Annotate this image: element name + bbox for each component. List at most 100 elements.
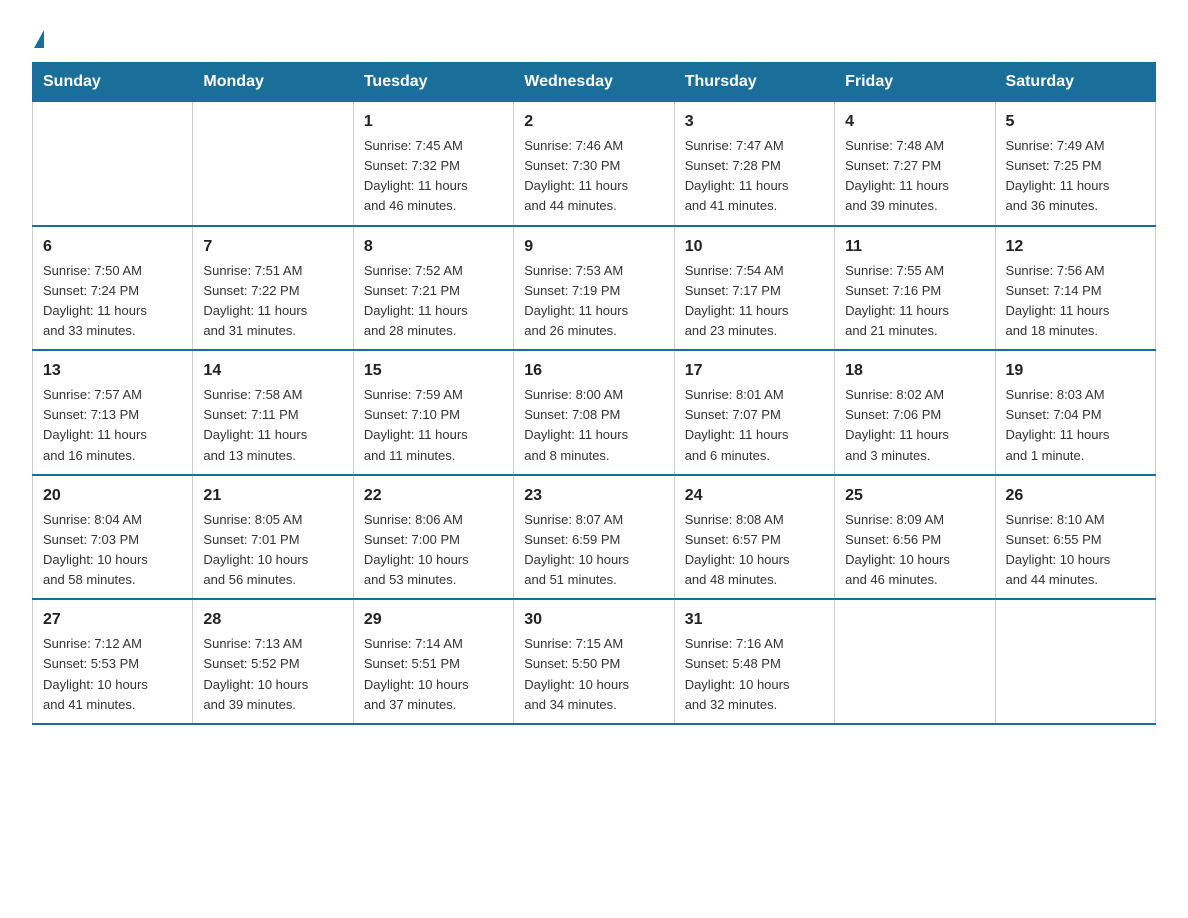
day-number: 15 bbox=[364, 359, 503, 383]
day-info: Sunrise: 8:06 AM Sunset: 7:00 PM Dayligh… bbox=[364, 510, 503, 591]
day-number: 19 bbox=[1006, 359, 1145, 383]
day-number: 7 bbox=[203, 235, 342, 259]
page-header bbox=[32, 24, 1156, 50]
calendar-week-row: 13Sunrise: 7:57 AM Sunset: 7:13 PM Dayli… bbox=[33, 350, 1156, 475]
calendar-cell bbox=[193, 102, 353, 226]
day-info: Sunrise: 7:52 AM Sunset: 7:21 PM Dayligh… bbox=[364, 261, 503, 342]
calendar-cell: 30Sunrise: 7:15 AM Sunset: 5:50 PM Dayli… bbox=[514, 599, 674, 724]
day-number: 20 bbox=[43, 484, 182, 508]
day-number: 21 bbox=[203, 484, 342, 508]
calendar-cell: 14Sunrise: 7:58 AM Sunset: 7:11 PM Dayli… bbox=[193, 350, 353, 475]
calendar-cell: 25Sunrise: 8:09 AM Sunset: 6:56 PM Dayli… bbox=[835, 475, 995, 600]
day-number: 9 bbox=[524, 235, 663, 259]
day-info: Sunrise: 8:10 AM Sunset: 6:55 PM Dayligh… bbox=[1006, 510, 1145, 591]
day-number: 4 bbox=[845, 110, 984, 134]
calendar-header-sunday: Sunday bbox=[33, 63, 193, 102]
day-info: Sunrise: 7:58 AM Sunset: 7:11 PM Dayligh… bbox=[203, 385, 342, 466]
calendar-header-saturday: Saturday bbox=[995, 63, 1155, 102]
day-info: Sunrise: 7:56 AM Sunset: 7:14 PM Dayligh… bbox=[1006, 261, 1145, 342]
day-number: 28 bbox=[203, 608, 342, 632]
day-info: Sunrise: 8:07 AM Sunset: 6:59 PM Dayligh… bbox=[524, 510, 663, 591]
day-number: 3 bbox=[685, 110, 824, 134]
calendar-cell: 18Sunrise: 8:02 AM Sunset: 7:06 PM Dayli… bbox=[835, 350, 995, 475]
day-number: 27 bbox=[43, 608, 182, 632]
calendar-cell: 12Sunrise: 7:56 AM Sunset: 7:14 PM Dayli… bbox=[995, 226, 1155, 351]
calendar-cell bbox=[33, 102, 193, 226]
day-number: 17 bbox=[685, 359, 824, 383]
day-info: Sunrise: 7:59 AM Sunset: 7:10 PM Dayligh… bbox=[364, 385, 503, 466]
calendar-cell bbox=[835, 599, 995, 724]
calendar-cell: 3Sunrise: 7:47 AM Sunset: 7:28 PM Daylig… bbox=[674, 102, 834, 226]
calendar-header-tuesday: Tuesday bbox=[353, 63, 513, 102]
day-info: Sunrise: 7:51 AM Sunset: 7:22 PM Dayligh… bbox=[203, 261, 342, 342]
calendar-cell: 28Sunrise: 7:13 AM Sunset: 5:52 PM Dayli… bbox=[193, 599, 353, 724]
calendar-cell: 5Sunrise: 7:49 AM Sunset: 7:25 PM Daylig… bbox=[995, 102, 1155, 226]
calendar-cell: 27Sunrise: 7:12 AM Sunset: 5:53 PM Dayli… bbox=[33, 599, 193, 724]
day-number: 31 bbox=[685, 608, 824, 632]
day-info: Sunrise: 7:16 AM Sunset: 5:48 PM Dayligh… bbox=[685, 634, 824, 715]
calendar-cell: 9Sunrise: 7:53 AM Sunset: 7:19 PM Daylig… bbox=[514, 226, 674, 351]
calendar-table: SundayMondayTuesdayWednesdayThursdayFrid… bbox=[32, 62, 1156, 725]
calendar-week-row: 27Sunrise: 7:12 AM Sunset: 5:53 PM Dayli… bbox=[33, 599, 1156, 724]
calendar-cell: 4Sunrise: 7:48 AM Sunset: 7:27 PM Daylig… bbox=[835, 102, 995, 226]
calendar-cell: 29Sunrise: 7:14 AM Sunset: 5:51 PM Dayli… bbox=[353, 599, 513, 724]
calendar-cell: 13Sunrise: 7:57 AM Sunset: 7:13 PM Dayli… bbox=[33, 350, 193, 475]
calendar-cell bbox=[995, 599, 1155, 724]
day-number: 25 bbox=[845, 484, 984, 508]
day-info: Sunrise: 7:45 AM Sunset: 7:32 PM Dayligh… bbox=[364, 136, 503, 217]
calendar-cell: 23Sunrise: 8:07 AM Sunset: 6:59 PM Dayli… bbox=[514, 475, 674, 600]
calendar-cell: 20Sunrise: 8:04 AM Sunset: 7:03 PM Dayli… bbox=[33, 475, 193, 600]
day-info: Sunrise: 8:03 AM Sunset: 7:04 PM Dayligh… bbox=[1006, 385, 1145, 466]
calendar-cell: 6Sunrise: 7:50 AM Sunset: 7:24 PM Daylig… bbox=[33, 226, 193, 351]
day-number: 14 bbox=[203, 359, 342, 383]
day-number: 10 bbox=[685, 235, 824, 259]
day-info: Sunrise: 7:12 AM Sunset: 5:53 PM Dayligh… bbox=[43, 634, 182, 715]
day-info: Sunrise: 7:54 AM Sunset: 7:17 PM Dayligh… bbox=[685, 261, 824, 342]
day-info: Sunrise: 7:48 AM Sunset: 7:27 PM Dayligh… bbox=[845, 136, 984, 217]
day-info: Sunrise: 8:08 AM Sunset: 6:57 PM Dayligh… bbox=[685, 510, 824, 591]
day-info: Sunrise: 8:01 AM Sunset: 7:07 PM Dayligh… bbox=[685, 385, 824, 466]
day-info: Sunrise: 7:14 AM Sunset: 5:51 PM Dayligh… bbox=[364, 634, 503, 715]
logo-triangle-icon bbox=[34, 30, 44, 48]
day-info: Sunrise: 8:02 AM Sunset: 7:06 PM Dayligh… bbox=[845, 385, 984, 466]
calendar-week-row: 6Sunrise: 7:50 AM Sunset: 7:24 PM Daylig… bbox=[33, 226, 1156, 351]
calendar-cell: 1Sunrise: 7:45 AM Sunset: 7:32 PM Daylig… bbox=[353, 102, 513, 226]
day-number: 1 bbox=[364, 110, 503, 134]
day-number: 24 bbox=[685, 484, 824, 508]
day-number: 29 bbox=[364, 608, 503, 632]
day-info: Sunrise: 8:05 AM Sunset: 7:01 PM Dayligh… bbox=[203, 510, 342, 591]
logo bbox=[32, 30, 44, 50]
calendar-cell: 17Sunrise: 8:01 AM Sunset: 7:07 PM Dayli… bbox=[674, 350, 834, 475]
calendar-cell: 22Sunrise: 8:06 AM Sunset: 7:00 PM Dayli… bbox=[353, 475, 513, 600]
calendar-week-row: 20Sunrise: 8:04 AM Sunset: 7:03 PM Dayli… bbox=[33, 475, 1156, 600]
calendar-cell: 31Sunrise: 7:16 AM Sunset: 5:48 PM Dayli… bbox=[674, 599, 834, 724]
calendar-cell: 8Sunrise: 7:52 AM Sunset: 7:21 PM Daylig… bbox=[353, 226, 513, 351]
calendar-header-thursday: Thursday bbox=[674, 63, 834, 102]
day-number: 11 bbox=[845, 235, 984, 259]
calendar-week-row: 1Sunrise: 7:45 AM Sunset: 7:32 PM Daylig… bbox=[33, 102, 1156, 226]
day-info: Sunrise: 7:57 AM Sunset: 7:13 PM Dayligh… bbox=[43, 385, 182, 466]
day-number: 18 bbox=[845, 359, 984, 383]
calendar-cell: 24Sunrise: 8:08 AM Sunset: 6:57 PM Dayli… bbox=[674, 475, 834, 600]
day-number: 22 bbox=[364, 484, 503, 508]
day-info: Sunrise: 8:00 AM Sunset: 7:08 PM Dayligh… bbox=[524, 385, 663, 466]
calendar-cell: 26Sunrise: 8:10 AM Sunset: 6:55 PM Dayli… bbox=[995, 475, 1155, 600]
day-info: Sunrise: 7:55 AM Sunset: 7:16 PM Dayligh… bbox=[845, 261, 984, 342]
day-info: Sunrise: 7:15 AM Sunset: 5:50 PM Dayligh… bbox=[524, 634, 663, 715]
day-number: 2 bbox=[524, 110, 663, 134]
day-info: Sunrise: 7:13 AM Sunset: 5:52 PM Dayligh… bbox=[203, 634, 342, 715]
day-number: 26 bbox=[1006, 484, 1145, 508]
calendar-header-wednesday: Wednesday bbox=[514, 63, 674, 102]
calendar-header-monday: Monday bbox=[193, 63, 353, 102]
day-number: 23 bbox=[524, 484, 663, 508]
day-number: 5 bbox=[1006, 110, 1145, 134]
calendar-cell: 11Sunrise: 7:55 AM Sunset: 7:16 PM Dayli… bbox=[835, 226, 995, 351]
calendar-cell: 7Sunrise: 7:51 AM Sunset: 7:22 PM Daylig… bbox=[193, 226, 353, 351]
day-number: 8 bbox=[364, 235, 503, 259]
day-number: 13 bbox=[43, 359, 182, 383]
day-info: Sunrise: 7:46 AM Sunset: 7:30 PM Dayligh… bbox=[524, 136, 663, 217]
calendar-cell: 19Sunrise: 8:03 AM Sunset: 7:04 PM Dayli… bbox=[995, 350, 1155, 475]
day-info: Sunrise: 7:47 AM Sunset: 7:28 PM Dayligh… bbox=[685, 136, 824, 217]
day-info: Sunrise: 7:50 AM Sunset: 7:24 PM Dayligh… bbox=[43, 261, 182, 342]
day-number: 30 bbox=[524, 608, 663, 632]
